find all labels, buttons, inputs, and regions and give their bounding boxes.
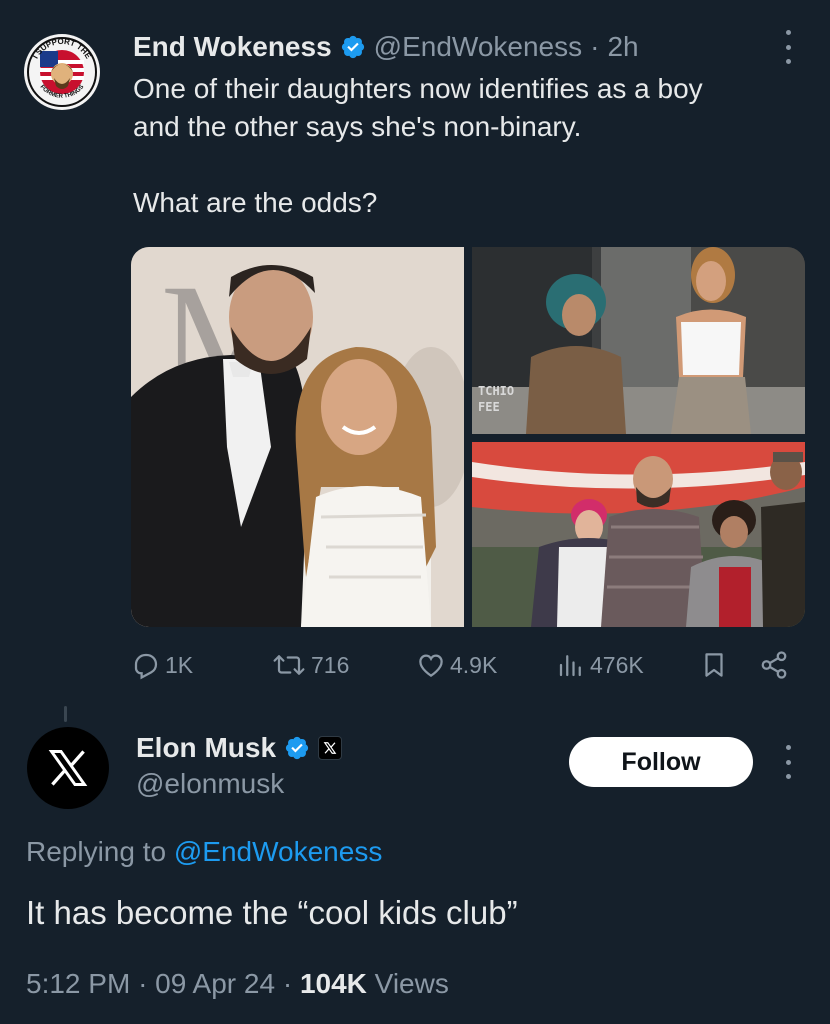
verified-badge-icon xyxy=(285,736,309,760)
reply-count: 1K xyxy=(165,651,194,678)
reply-icon xyxy=(134,653,158,680)
media-grid: M TCHIO FEE xyxy=(131,247,805,627)
post-text: One of their daughters now identifies as… xyxy=(133,70,813,222)
views-chart-icon xyxy=(559,655,581,677)
separator-dot: · xyxy=(590,31,600,62)
avatar[interactable]: I SUPPORT THE FORMER THINGS xyxy=(24,34,100,110)
reply-date[interactable]: 09 Apr 24 xyxy=(155,968,275,999)
replying-prefix: Replying to xyxy=(26,836,167,867)
post-text-line: What are the odds? xyxy=(133,187,378,218)
author-display-name[interactable]: Elon Musk xyxy=(136,732,276,764)
share-icon xyxy=(761,651,787,679)
support-former-things-badge-icon: I SUPPORT THE FORMER THINGS xyxy=(25,35,99,109)
sign-text: TCHIO xyxy=(478,384,514,398)
couple-red-carpet-photo[interactable]: M xyxy=(131,247,471,627)
views-count: 476K xyxy=(590,651,644,678)
repost-icon xyxy=(273,655,305,675)
reply-views-label: Views xyxy=(374,968,449,999)
replying-to: Replying to @EndWokeness xyxy=(26,836,382,868)
more-options-icon[interactable] xyxy=(776,745,800,779)
post-header: End Wokeness @EndWokeness · 2h xyxy=(133,27,639,67)
author-display-name[interactable]: End Wokeness xyxy=(133,31,332,63)
author-handle[interactable]: @elonmusk xyxy=(136,768,284,800)
x-affiliate-badge-icon[interactable] xyxy=(318,736,343,760)
heart-icon xyxy=(419,654,443,677)
reply-time[interactable]: 5:12 PM xyxy=(26,968,130,999)
replying-mention-link[interactable]: @EndWokeness xyxy=(174,836,382,867)
tweet-thread: I SUPPORT THE FORMER THINGS End Wokeness… xyxy=(0,0,830,1024)
share-button[interactable] xyxy=(759,645,789,685)
follow-button[interactable]: Follow xyxy=(569,737,753,787)
dot xyxy=(785,745,791,750)
dot xyxy=(785,759,791,765)
bookmark-button[interactable] xyxy=(699,645,729,685)
author-handle[interactable]: @EndWokeness xyxy=(374,31,582,63)
post-text-line: and the other says she's non-binary. xyxy=(133,111,582,142)
teen-and-woman-street-photo[interactable]: TCHIO FEE xyxy=(472,247,805,434)
reply-text: It has become the “cool kids club” xyxy=(26,894,518,931)
dot xyxy=(785,44,791,50)
views-button[interactable]: 476K xyxy=(556,645,644,685)
x-logo-icon xyxy=(48,750,88,786)
post-time[interactable]: 2h xyxy=(607,31,638,63)
reply-header: Elon Musk xyxy=(136,728,343,768)
dot xyxy=(785,30,791,35)
avatar[interactable] xyxy=(27,727,109,809)
like-button[interactable]: 4.9K xyxy=(416,645,497,685)
repost-button[interactable]: 716 xyxy=(271,645,349,685)
reply-meta: 5:12 PM · 09 Apr 24 · 104K Views xyxy=(26,968,449,1000)
bookmark-icon xyxy=(705,653,723,677)
separator-dot: · xyxy=(282,968,300,999)
verified-badge-icon xyxy=(341,35,364,59)
dot xyxy=(785,774,791,779)
reply-button[interactable]: 1K xyxy=(131,645,193,685)
like-count: 4.9K xyxy=(450,651,498,678)
more-options-icon[interactable] xyxy=(776,30,800,64)
thread-connector xyxy=(64,706,67,722)
separator-dot: · xyxy=(138,968,156,999)
sign-text: FEE xyxy=(478,400,500,414)
post-actions: 1K 716 4.9K 476K xyxy=(131,645,801,685)
group-walking-street-photo[interactable] xyxy=(472,442,805,627)
x-logo-icon xyxy=(323,742,337,754)
post-text-line: One of their daughters now identifies as… xyxy=(133,73,703,104)
reply-views-count: 104K xyxy=(299,968,367,999)
dot xyxy=(785,59,791,64)
repost-count: 716 xyxy=(311,651,350,678)
